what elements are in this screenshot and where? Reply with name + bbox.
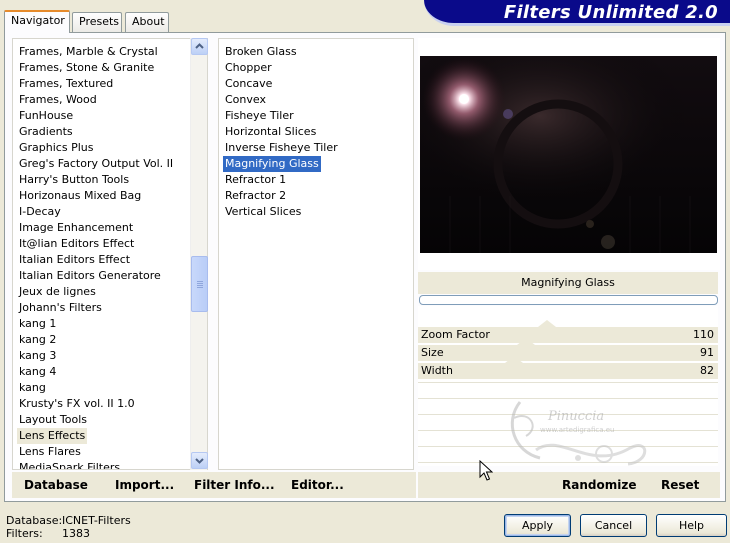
tab-presets[interactable]: Presets [72,12,122,32]
param-row[interactable]: Size 91 [418,338,718,361]
param-value: 91 [700,346,714,359]
slider-marker-icon[interactable] [505,356,523,363]
category-item[interactable]: kang [17,380,48,396]
filter-item[interactable]: Chopper [223,60,274,76]
category-item[interactable]: Greg's Factory Output Vol. II [17,156,175,172]
watermark-name: Pinuccia [547,409,604,424]
database-label: Database: [6,514,63,527]
tab-navigator[interactable]: Navigator [4,10,70,33]
preview-image [420,56,717,253]
category-item[interactable]: Johann's Filters [17,300,104,316]
reset-button[interactable]: Reset [661,472,699,498]
category-item[interactable]: Frames, Wood [17,92,99,108]
filter-list[interactable]: Broken Glass Chopper Concave Convex Fisheye … [218,38,414,470]
category-item[interactable]: Image Enhancement [17,220,135,236]
scroll-thumb[interactable] [191,256,208,312]
category-item[interactable]: Gradients [17,124,75,140]
editor-button[interactable]: Editor... [291,472,344,498]
filter-item[interactable]: Refractor 1 [223,172,288,188]
category-item[interactable]: kang 3 [17,348,58,364]
database-button[interactable]: Database [24,472,88,498]
current-filter-name: Magnifying Glass [418,272,718,294]
param-label: Width [421,364,453,377]
filter-item[interactable]: Magnifying Glass [223,156,321,172]
mouse-cursor-icon [479,459,494,482]
param-value: 110 [693,328,714,341]
scroll-up-icon[interactable] [191,38,208,55]
category-item[interactable]: Italian Editors Generatore [17,268,163,284]
category-item[interactable]: kang 2 [17,332,58,348]
filter-item[interactable]: Fisheye Tiler [223,108,296,124]
category-item[interactable]: Krusty's FX vol. II 1.0 [17,396,137,412]
param-row[interactable]: Zoom Factor 110 [418,320,718,343]
filter-info-button[interactable]: Filter Info... [194,472,275,498]
param-row[interactable]: Width 82 [418,356,718,379]
help-button[interactable]: Help [656,514,727,537]
category-item[interactable]: Layout Tools [17,412,89,428]
apply-button[interactable]: Apply [504,514,571,537]
filter-item[interactable]: Refractor 2 [223,188,288,204]
tab-about[interactable]: About [125,12,169,32]
filter-item[interactable]: Vertical Slices [223,204,303,220]
param-toolbar: Randomize Reset [418,472,720,498]
filter-item[interactable]: Horizontal Slices [223,124,318,140]
filters-count-value: 1383 [62,527,90,540]
filter-item[interactable]: Convex [223,92,268,108]
category-item[interactable]: Italian Editors Effect [17,252,132,268]
param-label: Zoom Factor [421,328,490,341]
category-item[interactable]: FunHouse [17,108,75,124]
category-item[interactable]: Harry's Button Tools [17,172,131,188]
filter-item[interactable]: Broken Glass [223,44,299,60]
category-item[interactable]: It@lian Editors Effect [17,236,136,252]
category-item[interactable]: Frames, Marble & Crystal [17,44,160,60]
import-button[interactable]: Import... [115,472,174,498]
category-item[interactable]: Lens Flares [17,444,83,460]
category-item[interactable]: kang 4 [17,364,58,380]
category-item[interactable]: Jeux de lignes [17,284,98,300]
cancel-button[interactable]: Cancel [580,514,647,537]
category-item[interactable]: I-Decay [17,204,63,220]
filters-count-label: Filters: [6,527,43,540]
watermark-url: www.artedigrafica.eu [540,426,615,434]
category-item[interactable]: kang 1 [17,316,58,332]
scroll-down-icon[interactable] [191,452,208,469]
category-item[interactable]: Frames, Stone & Granite [17,60,156,76]
category-item[interactable]: Graphics Plus [17,140,95,156]
database-value: ICNET-Filters [62,514,131,527]
slider-marker-icon[interactable] [517,338,535,345]
category-list[interactable]: Frames, Marble & Crystal Frames, Stone & … [12,38,208,470]
category-scrollbar[interactable] [190,38,208,470]
randomize-button[interactable]: Randomize [562,472,636,498]
list-toolbar: Database Import... Filter Info... Editor… [12,472,416,498]
category-item[interactable]: MediaSpark Filters [17,460,122,469]
app-title-banner: Filters Unlimited 2.0 [424,0,730,26]
category-item[interactable]: Lens Effects [17,428,88,444]
param-value: 82 [700,364,714,377]
watermark-logo: Pinuccia www.artedigrafica.eu [500,392,660,474]
category-item[interactable]: Horizonaus Mixed Bag [17,188,143,204]
param-label: Size [421,346,444,359]
progress-bar [419,295,718,305]
slider-marker-icon[interactable] [538,320,556,327]
filter-item[interactable]: Concave [223,76,274,92]
category-item[interactable]: Frames, Textured [17,76,115,92]
filter-item[interactable]: Inverse Fisheye Tiler [223,140,340,156]
